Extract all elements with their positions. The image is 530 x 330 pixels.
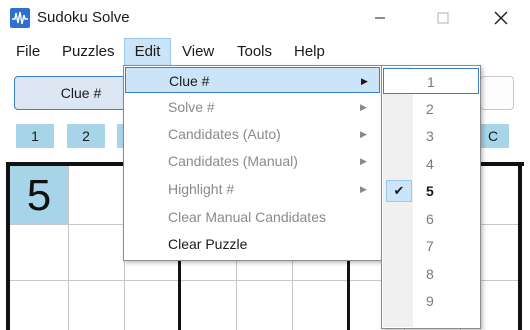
option-label: 7 — [426, 238, 434, 254]
minimize-button[interactable] — [357, 0, 403, 36]
menu-item-label: Candidates (Auto) — [168, 126, 281, 142]
digit-button-c[interactable]: C — [477, 124, 509, 148]
grid-line — [68, 166, 69, 330]
menu-help[interactable]: Help — [294, 38, 325, 66]
menu-item-label: Clue # — [169, 73, 210, 89]
clue-option-4[interactable]: 4 — [383, 151, 479, 177]
submenu-arrow-icon: ▶ — [360, 184, 367, 194]
option-label: 3 — [426, 128, 434, 144]
clue-option-2[interactable]: 2 — [383, 96, 479, 122]
clue-option-8[interactable]: 8 — [383, 261, 479, 287]
menu-item-label: Candidates (Manual) — [168, 153, 298, 169]
option-label: 9 — [426, 293, 434, 309]
close-icon — [494, 11, 508, 25]
menu-bar: File Puzzles Edit View Tools Help — [0, 38, 530, 66]
grid-border — [6, 162, 10, 330]
menu-item-highlight[interactable]: Highlight # ▶ — [125, 176, 380, 202]
clue-option-5[interactable]: ✔ 5 — [383, 178, 479, 204]
menu-puzzles[interactable]: Puzzles — [62, 38, 115, 66]
menu-item-candidates-auto[interactable]: Candidates (Auto) ▶ — [125, 121, 380, 147]
menu-item-label: Highlight # — [168, 181, 235, 197]
menu-file[interactable]: File — [16, 38, 40, 66]
clue-option-1[interactable]: 1 — [383, 68, 479, 94]
close-button[interactable] — [478, 0, 524, 36]
menu-item-clue[interactable]: Clue # ▶ — [125, 67, 380, 93]
submenu-arrow-icon: ▶ — [360, 156, 367, 166]
menu-item-solve[interactable]: Solve # ▶ — [125, 94, 380, 120]
toolbar-button-right[interactable] — [480, 76, 514, 110]
menu-item-label: Solve # — [168, 99, 215, 115]
digit-button-1[interactable]: 1 — [16, 124, 54, 148]
menu-tools[interactable]: Tools — [237, 38, 272, 66]
menu-edit[interactable]: Edit — [124, 38, 171, 66]
clue-option-7[interactable]: 7 — [383, 233, 479, 259]
option-label: 5 — [426, 183, 434, 199]
option-label: 2 — [426, 101, 434, 117]
window-title: Sudoku Solve — [37, 9, 130, 26]
option-label: 8 — [426, 266, 434, 282]
maximize-button[interactable] — [420, 0, 466, 36]
grid-border — [518, 162, 522, 330]
submenu-arrow-icon: ▶ — [361, 76, 368, 86]
checkmark-icon: ✔ — [386, 180, 412, 202]
clue-option-3[interactable]: 3 — [383, 123, 479, 149]
clue-option-9[interactable]: 9 — [383, 288, 479, 314]
menu-item-label: Clear Puzzle — [168, 236, 248, 252]
menu-view[interactable]: View — [182, 38, 214, 66]
digit-button-2[interactable]: 2 — [67, 124, 105, 148]
option-label: 6 — [426, 211, 434, 227]
maximize-icon — [437, 12, 449, 24]
submenu-arrow-icon: ▶ — [360, 102, 367, 112]
option-label: 1 — [427, 74, 435, 90]
menu-item-label: Clear Manual Candidates — [168, 209, 326, 225]
minimize-icon — [375, 17, 385, 19]
menu-item-clear-puzzle[interactable]: Clear Puzzle — [125, 231, 380, 257]
clue-submenu: 1 2 3 4 ✔ 5 6 7 8 9 — [381, 65, 481, 329]
clue-option-6[interactable]: 6 — [383, 206, 479, 232]
sudoku-waveform-icon — [10, 8, 30, 28]
title-bar: Sudoku Solve — [0, 0, 530, 36]
submenu-arrow-icon: ▶ — [360, 129, 367, 139]
grid-cell-r1c1[interactable]: 5 — [10, 166, 68, 224]
edit-dropdown-menu: Clue # ▶ Solve # ▶ Candidates (Auto) ▶ C… — [123, 65, 382, 261]
menu-item-candidates-manual[interactable]: Candidates (Manual) ▶ — [125, 148, 380, 174]
option-label: 4 — [426, 156, 434, 172]
menu-item-clear-manual-candidates[interactable]: Clear Manual Candidates — [125, 204, 380, 230]
